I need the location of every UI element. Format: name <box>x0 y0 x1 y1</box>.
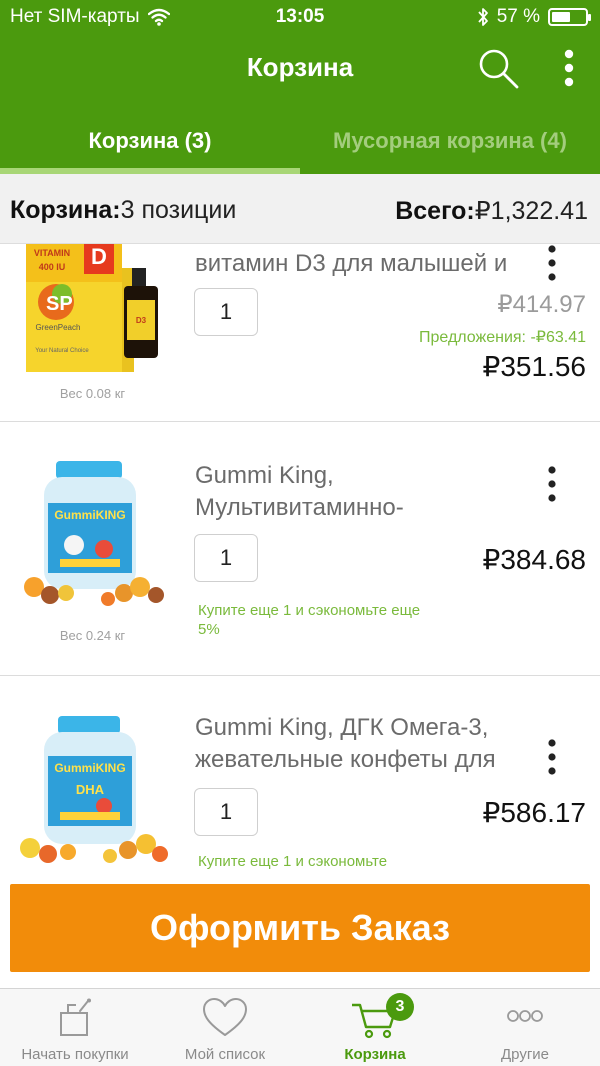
nav-bar: Корзина <box>0 34 600 104</box>
cart-item: GummiKING DHA Gummi King, ДГК Омега-3, ж… <box>0 676 600 884</box>
item-weight: Вес 0.24 кг <box>59 628 126 643</box>
tabbar-item-more[interactable]: Другие <box>450 989 600 1066</box>
checkout-bar: Оформить Заказ <box>0 876 600 988</box>
item-price: ₽586.17 <box>482 797 586 828</box>
tab-cart[interactable]: Корзина (3) <box>0 104 300 174</box>
svg-text:GummiKING: GummiKING <box>54 761 125 775</box>
item-discount: Предложения: -₽63.41 <box>419 329 586 346</box>
shopping-bag-icon <box>60 998 91 1036</box>
tabbar-label: Начать покупки <box>21 1046 129 1063</box>
svg-text:DHA: DHA <box>76 782 105 797</box>
svg-text:GummiKING: GummiKING <box>54 508 125 522</box>
item-weight: Вес 0.08 кг <box>59 386 126 401</box>
battery-fill <box>552 12 570 22</box>
search-icon[interactable] <box>476 46 522 92</box>
svg-text:VITAMIN: VITAMIN <box>34 248 70 258</box>
cart-items-list[interactable]: D VITAMIN 400 IU SP GreenPeach Your Natu… <box>0 244 600 884</box>
cart-badge: 3 <box>386 993 414 1021</box>
tabbar-item-shop[interactable]: Начать покупки <box>0 989 150 1066</box>
cart-tabs: Корзина (3) Мусорная корзина (4) <box>0 104 600 174</box>
bluetooth-icon <box>478 8 488 26</box>
cart-summary: Корзина:3 позиции Всего:₽1,322.41 <box>0 174 600 244</box>
svg-text:400 IU: 400 IU <box>39 262 66 272</box>
quantity-field[interactable]: 1 <box>194 788 258 836</box>
tabbar-item-wishlist[interactable]: Мой список <box>150 989 300 1066</box>
svg-text:SP: SP <box>46 293 73 315</box>
tabbar-label: Мой список <box>184 1046 266 1063</box>
cart-item: GummiKING Вес 0.24 кг Gummi King, Мульти… <box>0 423 600 676</box>
quantity-field[interactable]: 1 <box>194 288 258 336</box>
item-price-old: ₽414.97 <box>497 291 586 318</box>
svg-text:GreenPeach: GreenPeach <box>36 323 81 332</box>
svg-text:Your Natural Choice: Your Natural Choice <box>35 348 89 354</box>
cart-count-label: Корзина: <box>10 196 121 224</box>
tab-trash[interactable]: Мусорная корзина (4) <box>300 104 600 174</box>
battery-percent: 57 % <box>496 6 540 27</box>
status-right: 57 % <box>477 6 591 28</box>
svg-text:D: D <box>91 244 107 269</box>
tabbar-item-cart[interactable]: 3 Корзина <box>300 989 450 1066</box>
cart-total-label: Всего: <box>395 197 475 225</box>
status-bar: Нет SIM-карты 13:05 57 % <box>0 0 600 34</box>
item-price: ₽384.68 <box>482 544 586 575</box>
more-vertical-icon[interactable] <box>556 48 582 90</box>
item-more-icon[interactable] <box>540 244 564 282</box>
cart-count: Корзина:3 позиции <box>10 196 236 225</box>
cart-item: D VITAMIN 400 IU SP GreenPeach Your Natu… <box>0 244 600 422</box>
item-price: ₽351.56 <box>482 351 586 382</box>
vitamin-d3-box-image: D VITAMIN 400 IU SP GreenPeach Your Natu… <box>26 244 158 372</box>
cart-total: Всего:₽1,322.41 <box>395 196 588 226</box>
item-more-icon[interactable] <box>540 738 564 776</box>
bottom-tab-bar: Начать покупки Мой список 3 Корзина Друг… <box>0 988 600 1066</box>
more-horizontal-icon <box>507 1010 543 1022</box>
heart-icon <box>203 998 247 1036</box>
quantity-field[interactable]: 1 <box>194 534 258 582</box>
cart-total-value: ₽1,322.41 <box>474 197 588 225</box>
svg-text:D3: D3 <box>136 316 147 325</box>
cart-count-value: 3 позиции <box>120 196 237 224</box>
checkout-button[interactable]: Оформить Заказ <box>10 884 590 972</box>
item-promo: Купите еще 1 и сэкономьте <box>198 853 388 870</box>
tabbar-label: Другие <box>500 1046 550 1063</box>
battery-icon <box>548 8 591 26</box>
tabbar-label: Корзина <box>344 1046 406 1063</box>
item-title[interactable]: Gummi King, ДГК Омега-3, жевательные кон… <box>195 712 515 776</box>
item-title[interactable]: витамин D3 для малышей и <box>195 248 515 280</box>
item-title[interactable]: Gummi King, Мультивитаминно- <box>195 460 515 524</box>
item-promo: Купите еще 1 и сэкономьте еще 5% <box>198 602 421 638</box>
item-more-icon[interactable] <box>540 465 564 503</box>
gummi-king-multivitamin-image: GummiKING <box>24 461 164 606</box>
gummi-king-dha-image: GummiKING DHA <box>20 716 168 863</box>
